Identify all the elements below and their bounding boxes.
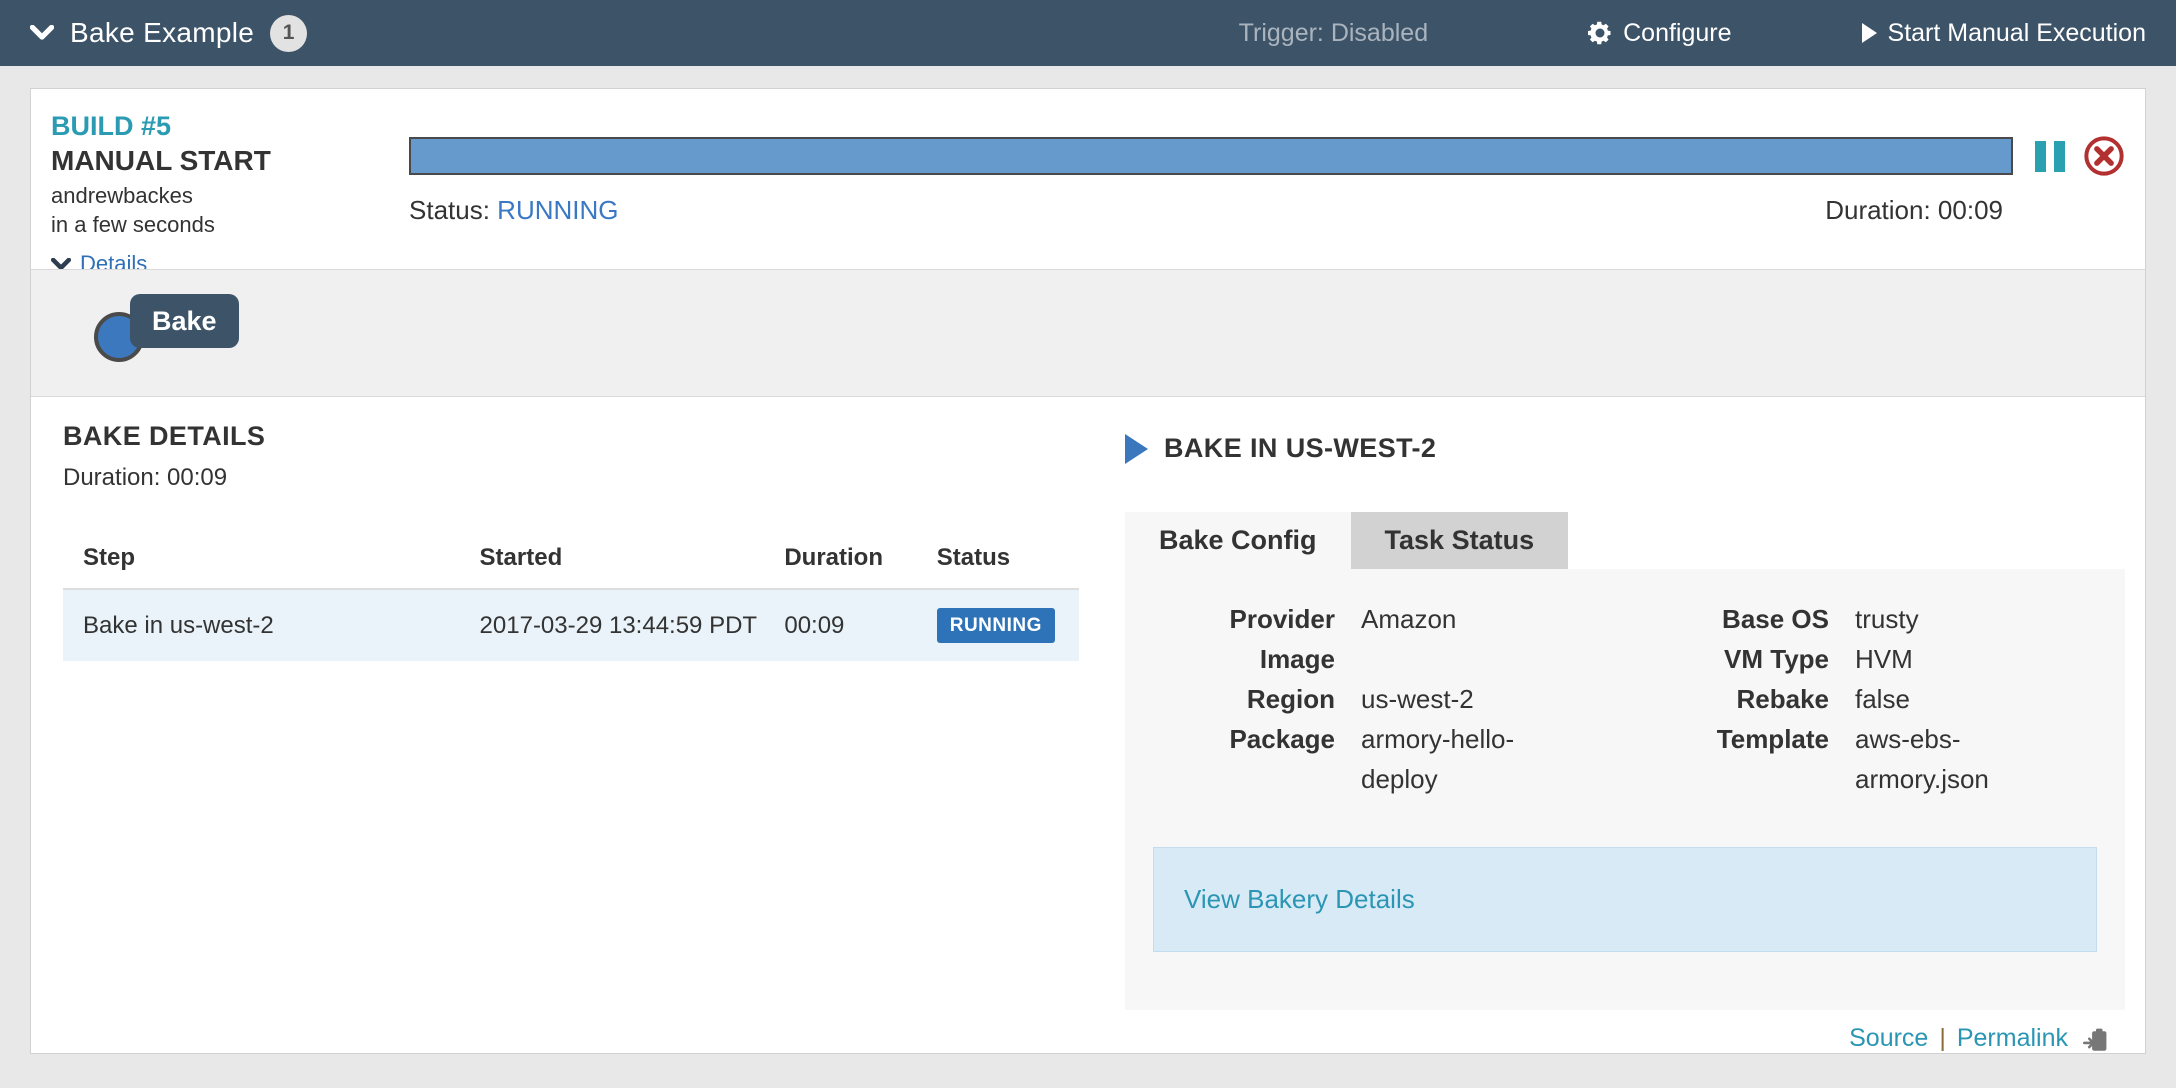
trigger-status: Trigger: Disabled — [1239, 19, 1428, 48]
config-group-left: Provider Amazon Image Region us-west-2 P… — [1163, 599, 1561, 799]
step-started-cell: 2017-03-29 13:44:59 PDT — [480, 589, 785, 661]
source-permalink-row: Source | Permalink — [1125, 1024, 2125, 1053]
config-label: Template — [1657, 719, 1829, 799]
bakery-details-box: View Bakery Details — [1153, 847, 2097, 952]
pipeline-graph: Bake — [31, 269, 2145, 397]
config-label: Rebake — [1657, 679, 1829, 719]
configure-button[interactable]: Configure — [1588, 19, 1731, 48]
config-value: armory-hello-deploy — [1361, 719, 1561, 799]
config-value: us-west-2 — [1361, 679, 1561, 719]
link-separator: | — [1939, 1024, 1946, 1053]
execution-count-badge: 1 — [270, 15, 307, 52]
config-label: Base OS — [1657, 599, 1829, 639]
cancel-icon — [2083, 135, 2125, 177]
config-value: Amazon — [1361, 599, 1561, 639]
relative-start-time: in a few seconds — [51, 210, 409, 239]
pipeline-header: Bake Example 1 Trigger: Disabled Configu… — [0, 0, 2176, 66]
pipeline-title-group[interactable]: Bake Example 1 — [30, 15, 307, 52]
stage-details-area: BAKE DETAILS Duration: 00:09 Step Starte… — [31, 397, 2145, 1053]
config-value: aws-ebs-armory.json — [1855, 719, 2067, 799]
column-header-started: Started — [480, 534, 785, 589]
execution-progress-fill — [411, 139, 2011, 173]
column-header-status: Status — [937, 534, 1079, 589]
start-type-label: MANUAL START — [51, 145, 409, 177]
copy-permalink-clipboard-icon[interactable] — [2083, 1026, 2109, 1052]
config-label: Provider — [1163, 599, 1335, 639]
tab-task-status[interactable]: Task Status — [1351, 512, 1569, 569]
stage-panel-title-row: BAKE IN US-WEST-2 — [1125, 433, 2125, 464]
execution-progress-bar[interactable] — [409, 137, 2013, 175]
pipeline-title: Bake Example — [70, 17, 254, 49]
stage-label: Bake — [130, 294, 239, 348]
column-header-duration: Duration — [784, 534, 936, 589]
config-label: Package — [1163, 719, 1335, 799]
cancel-execution-button[interactable] — [2083, 135, 2125, 177]
execution-card: BUILD #5 MANUAL START andrewbackes in a … — [30, 88, 2146, 1054]
execution-meta: BUILD #5 MANUAL START andrewbackes in a … — [51, 109, 409, 269]
build-number: BUILD #5 — [51, 111, 409, 142]
view-bakery-details-link[interactable]: View Bakery Details — [1184, 884, 1415, 914]
config-value: trusty — [1855, 599, 2067, 639]
bake-details-section: BAKE DETAILS Duration: 00:09 Step Starte… — [63, 421, 1079, 1053]
bake-details-duration: Duration: 00:09 — [63, 464, 1079, 492]
start-manual-execution-button[interactable]: Start Manual Execution — [1862, 19, 2146, 48]
stage-panel-title: BAKE IN US-WEST-2 — [1164, 433, 1436, 464]
config-value: false — [1855, 679, 2067, 719]
config-label: VM Type — [1657, 639, 1829, 679]
config-value: HVM — [1855, 639, 2067, 679]
step-name-cell: Bake in us-west-2 — [63, 589, 480, 661]
bake-config-panel: Provider Amazon Image Region us-west-2 P… — [1125, 569, 2125, 1010]
step-status-cell: RUNNING — [937, 589, 1079, 661]
source-link[interactable]: Source — [1849, 1024, 1928, 1053]
bake-details-title: BAKE DETAILS — [63, 421, 1079, 452]
execution-summary: BUILD #5 MANUAL START andrewbackes in a … — [31, 89, 2145, 269]
steps-table: Step Started Duration Status Bake in us-… — [63, 534, 1079, 661]
status-badge: RUNNING — [937, 608, 1055, 643]
play-icon — [1125, 434, 1148, 464]
table-row[interactable]: Bake in us-west-2 2017-03-29 13:44:59 PD… — [63, 589, 1079, 661]
configure-label: Configure — [1623, 19, 1731, 48]
config-label: Region — [1163, 679, 1335, 719]
step-duration-cell: 00:09 — [784, 589, 936, 661]
execution-status: Status: RUNNING — [409, 195, 619, 226]
column-header-step: Step — [63, 534, 480, 589]
config-group-right: Base OS trusty VM Type HVM Rebake false … — [1657, 599, 2067, 799]
gear-icon — [1588, 21, 1612, 45]
pause-icon — [2054, 141, 2065, 172]
tab-bake-config[interactable]: Bake Config — [1125, 512, 1351, 569]
header-actions: Trigger: Disabled Configure Start Manual… — [1239, 19, 2146, 48]
triggered-by-user: andrewbackes — [51, 181, 409, 210]
status-value-link[interactable]: RUNNING — [497, 195, 618, 225]
chevron-down-icon — [30, 25, 54, 41]
execution-duration: Duration: 00:09 — [1825, 195, 2003, 226]
config-value — [1361, 639, 1561, 679]
play-icon — [1862, 23, 1877, 43]
pause-icon — [2035, 141, 2046, 172]
status-label: Status: — [409, 195, 490, 225]
stage-panel-tabs: Bake Config Task Status — [1125, 512, 2125, 569]
stage-node-bake[interactable]: Bake — [31, 270, 271, 398]
config-label: Image — [1163, 639, 1335, 679]
stage-panel: BAKE IN US-WEST-2 Bake Config Task Statu… — [1125, 421, 2125, 1053]
pause-execution-button[interactable] — [2035, 141, 2065, 172]
start-manual-execution-label: Start Manual Execution — [1888, 19, 2146, 48]
execution-progress-group: Status: RUNNING Duration: 00:09 — [409, 109, 2125, 269]
permalink-link[interactable]: Permalink — [1957, 1024, 2068, 1053]
